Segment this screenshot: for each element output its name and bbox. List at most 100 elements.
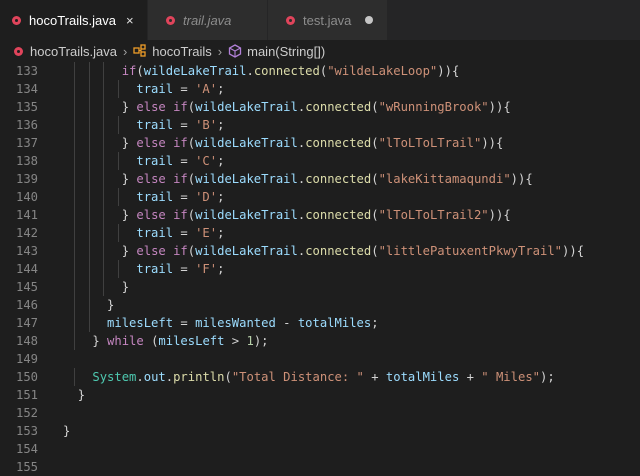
code-line[interactable]: 142 trail = 'E'; — [0, 224, 640, 242]
code-token: totalMiles — [385, 370, 460, 384]
code-token: ( — [187, 244, 196, 258]
code-token: else if — [136, 172, 188, 186]
code-text: } else if(wildeLakeTrail.connected("lake… — [38, 170, 533, 188]
tab-trail[interactable]: trail.java — [148, 0, 268, 40]
code-token: 'F' — [195, 262, 218, 276]
indent-guide — [88, 260, 90, 278]
code-token: )) — [488, 100, 504, 114]
code-token: "littlePatuxentPkwyTrail" — [378, 244, 563, 258]
tab-label: test.java — [303, 12, 352, 28]
code-line[interactable]: 134 trail = 'A'; — [0, 80, 640, 98]
code-token: connected — [305, 100, 372, 114]
indent-guide — [103, 206, 105, 224]
code-line[interactable]: 153} — [0, 422, 640, 440]
code-text: } — [38, 296, 114, 314]
indent-guide — [74, 206, 76, 224]
code-line[interactable]: 133 if(wildeLakeTrail.connected("wildeLa… — [0, 62, 640, 80]
indent-guide — [103, 242, 105, 260]
code-token: { — [496, 136, 504, 150]
code-line[interactable]: 155 — [0, 458, 640, 476]
tab-test[interactable]: test.java — [268, 0, 388, 40]
code-token: else if — [136, 208, 188, 222]
code-line[interactable]: 141 } else if(wildeLakeTrail.connected("… — [0, 206, 640, 224]
code-token: )) — [481, 136, 496, 150]
indent-guide — [103, 98, 105, 116]
indent-guide — [118, 188, 120, 206]
code-line[interactable]: 138 trail = 'C'; — [0, 152, 640, 170]
code-token: wildeLakeTrail — [195, 136, 298, 150]
code-line[interactable]: 150 System.out.println("Total Distance: … — [0, 368, 640, 386]
code-line[interactable]: 137 } else if(wildeLakeTrail.connected("… — [0, 134, 640, 152]
code-token: connected — [305, 208, 372, 222]
code-token: { — [576, 244, 585, 258]
indent-guide — [74, 314, 76, 332]
code-token: milesWanted — [195, 316, 276, 330]
code-token: ); — [540, 370, 555, 384]
tab-hocotrails[interactable]: hocoTrails.java × — [0, 0, 148, 40]
code-token: ( — [143, 334, 159, 348]
indent-guide — [88, 152, 90, 170]
indent-guide — [74, 332, 76, 350]
code-text: } else if(wildeLakeTrail.connected("litt… — [38, 242, 584, 260]
breadcrumb-file[interactable]: hocoTrails.java — [30, 44, 117, 59]
indent-guide — [103, 278, 105, 296]
code-line[interactable]: 151 } — [0, 386, 640, 404]
line-number: 144 — [15, 262, 38, 276]
code-token: System — [92, 370, 137, 384]
code-token: ( — [187, 172, 196, 186]
line-number: 140 — [15, 190, 38, 204]
close-icon[interactable]: × — [126, 13, 134, 28]
code-token: } — [121, 208, 137, 222]
java-file-icon — [14, 46, 23, 56]
code-token: connected — [305, 136, 372, 150]
code-text: trail = 'F'; — [38, 260, 224, 278]
code-line[interactable]: 144 trail = 'F'; — [0, 260, 640, 278]
code-line[interactable]: 139 } else if(wildeLakeTrail.connected("… — [0, 170, 640, 188]
code-token: 1 — [246, 334, 254, 348]
code-token: " Miles" — [481, 370, 540, 384]
code-token: wildeLakeTrail — [195, 100, 298, 114]
indent-guide — [74, 278, 76, 296]
line-number: 142 — [15, 226, 38, 240]
code-line[interactable]: 145 } — [0, 278, 640, 296]
indent-guide — [88, 62, 90, 80]
code-token: 'E' — [195, 226, 218, 240]
code-line[interactable]: 152 — [0, 404, 640, 422]
code-line[interactable]: 140 trail = 'D'; — [0, 188, 640, 206]
code-line[interactable]: 147 milesLeft = milesWanted - totalMiles… — [0, 314, 640, 332]
line-number: 152 — [15, 406, 38, 420]
code-editor[interactable]: 133 if(wildeLakeTrail.connected("wildeLa… — [0, 62, 640, 476]
code-line[interactable]: 146 } — [0, 296, 640, 314]
code-text: trail = 'B'; — [38, 116, 224, 134]
code-line[interactable]: 143 } else if(wildeLakeTrail.connected("… — [0, 242, 640, 260]
code-token: milesLeft — [158, 334, 225, 348]
code-token: . — [246, 64, 254, 78]
unsaved-dot-icon[interactable] — [365, 16, 374, 24]
code-token: } — [77, 388, 86, 402]
code-line[interactable]: 135 } else if(wildeLakeTrail.connected("… — [0, 98, 640, 116]
code-line[interactable]: 136 trail = 'B'; — [0, 116, 640, 134]
breadcrumb-class[interactable]: hocoTrails — [152, 44, 211, 59]
code-line[interactable]: 149 — [0, 350, 640, 368]
code-token: ; — [217, 82, 225, 96]
breadcrumb-method[interactable]: main(String[]) — [247, 44, 325, 59]
code-text: milesLeft = milesWanted - totalMiles; — [38, 314, 379, 332]
code-line[interactable]: 148 } while (milesLeft > 1); — [0, 332, 640, 350]
code-token: = — [173, 226, 196, 240]
indent-guide — [118, 224, 120, 242]
indent-guide — [74, 260, 76, 278]
line-number: 146 — [15, 298, 38, 312]
code-token: milesLeft — [107, 316, 174, 330]
code-token: 'A' — [195, 82, 218, 96]
code-line[interactable]: 154 — [0, 440, 640, 458]
indent-guide — [103, 224, 105, 242]
java-file-icon — [166, 15, 175, 25]
code-text: } else if(wildeLakeTrail.connected("lToL… — [38, 134, 503, 152]
code-text: } else if(wildeLakeTrail.connected("wRun… — [38, 98, 511, 116]
line-number: 155 — [15, 460, 38, 474]
code-token: ( — [371, 100, 379, 114]
